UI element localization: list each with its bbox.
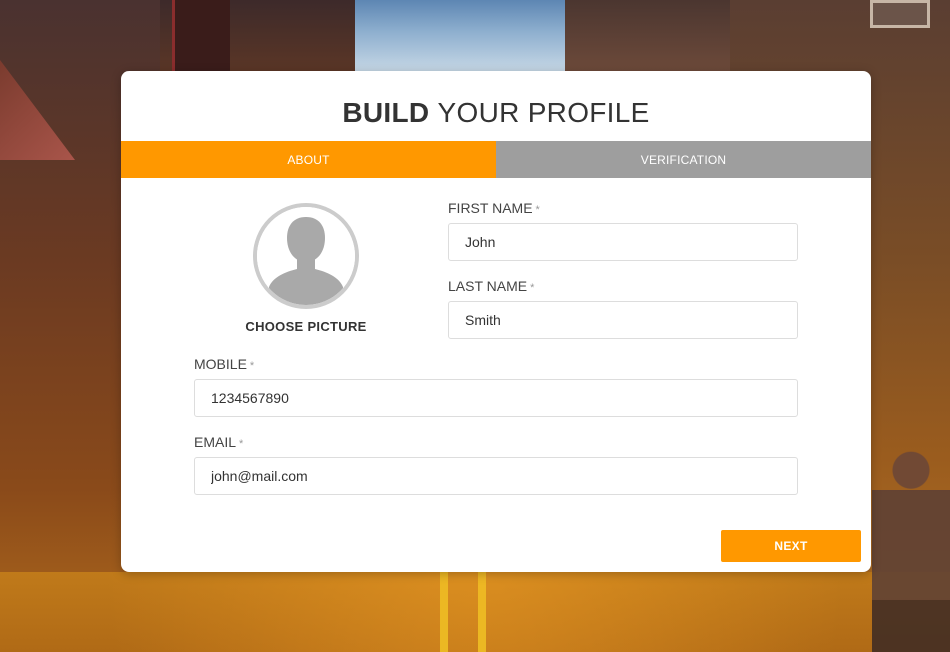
page-title-light: YOUR PROFILE [437,97,650,128]
avatar-picker[interactable] [253,203,359,309]
choose-picture-button[interactable]: CHOOSE PICTURE [206,319,406,334]
email-label: EMAIL * [194,434,243,450]
email-label-text: EMAIL [194,434,237,450]
page-title: BUILD YOUR PROFILE [121,97,871,129]
mobile-label-text: MOBILE [194,356,247,372]
first-name-input[interactable] [448,223,798,261]
next-button[interactable]: NEXT [721,530,861,562]
last-name-label: LAST NAME * [448,278,534,294]
required-mark: * [249,360,255,372]
user-silhouette-icon [257,207,355,305]
required-mark: * [239,438,244,450]
first-name-label: FIRST NAME * [448,200,540,216]
required-mark: * [535,204,540,216]
required-mark: * [530,282,535,294]
first-name-label-text: FIRST NAME [448,200,533,216]
last-name-label-text: LAST NAME [448,278,528,294]
tab-verification[interactable]: VERIFICATION [496,141,871,178]
mobile-label: MOBILE * [194,356,254,372]
mobile-input[interactable] [194,379,798,417]
page-title-bold: BUILD [342,97,430,128]
tab-about[interactable]: ABOUT [121,141,496,178]
profile-card: BUILD YOUR PROFILE ABOUT VERIFICATION CH… [121,71,871,572]
step-tabs: ABOUT VERIFICATION [121,141,871,178]
email-input[interactable] [194,457,798,495]
last-name-input[interactable] [448,301,798,339]
